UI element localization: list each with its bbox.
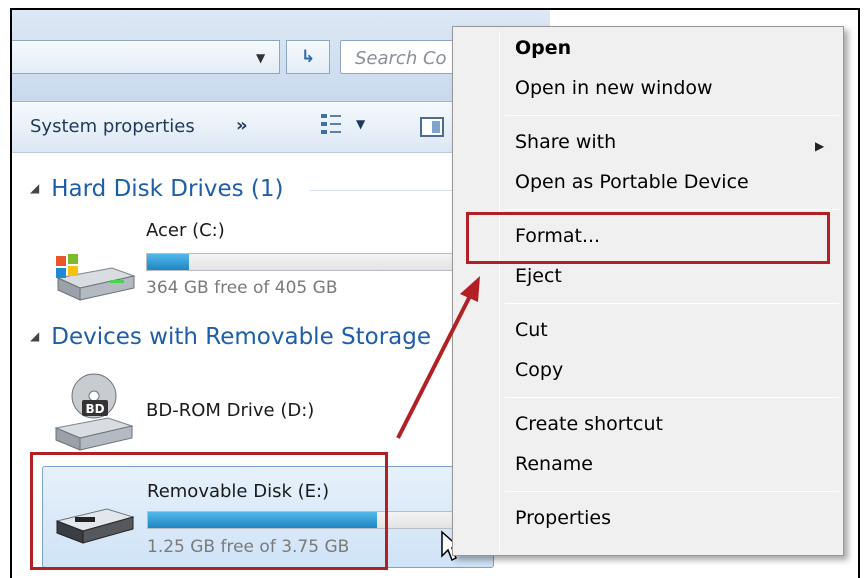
group-header-removable[interactable]: ◢ Devices with Removable Storage: [30, 324, 431, 350]
menu-item-create-shortcut[interactable]: Create shortcut: [515, 413, 663, 435]
menu-item-open-new-window[interactable]: Open in new window: [515, 77, 713, 99]
menu-separator: [505, 491, 839, 492]
view-dropdown-arrow-icon[interactable]: ▼: [356, 117, 365, 131]
view-options-icon[interactable]: [320, 112, 342, 136]
drive-d-name[interactable]: BD-ROM Drive (D:): [146, 400, 314, 421]
window-border: [858, 8, 860, 578]
screenshot-stage: ▼ ↳ Search Co System properties » ▼ ◢Ha: [0, 0, 865, 578]
menu-separator: [505, 209, 839, 210]
menu-separator: [505, 303, 839, 304]
bd-rom-drive-icon[interactable]: BD: [52, 372, 136, 456]
more-commands-button[interactable]: »: [236, 115, 248, 136]
removable-disk-highlight-box: [30, 452, 388, 570]
menu-item-open[interactable]: Open: [515, 37, 571, 59]
bd-label: BD: [85, 402, 104, 416]
windows-drive-icon[interactable]: [52, 244, 136, 306]
collapse-triangle-icon[interactable]: ◢: [30, 329, 39, 343]
submenu-arrow-icon: ▶: [815, 139, 825, 153]
address-bar[interactable]: ▼: [12, 40, 280, 74]
menu-separator: [505, 397, 839, 398]
group-header-label: Hard Disk Drives (1): [51, 176, 284, 202]
system-properties-button[interactable]: System properties: [30, 116, 195, 137]
menu-item-rename[interactable]: Rename: [515, 453, 593, 475]
group-header-hard-disk[interactable]: ◢ Hard Disk Drives (1): [30, 176, 284, 202]
format-highlight-box: [466, 212, 830, 264]
preview-pane-icon[interactable]: [420, 117, 444, 137]
menu-item-open-portable-device[interactable]: Open as Portable Device: [515, 171, 749, 193]
drive-c-usage-fill: [147, 254, 189, 270]
group-header-label: Devices with Removable Storage: [51, 324, 432, 350]
drive-c-name[interactable]: Acer (C:): [146, 220, 225, 241]
menu-item-copy[interactable]: Copy: [515, 359, 563, 381]
menu-separator: [505, 115, 839, 116]
menu-item-properties[interactable]: Properties: [515, 507, 611, 529]
window-border: [550, 8, 860, 10]
search-placeholder: Search Co: [355, 48, 447, 69]
drive-c-free-space: 364 GB free of 405 GB: [146, 278, 338, 298]
annotation-arrow-icon: [396, 276, 480, 439]
menu-item-cut[interactable]: Cut: [515, 319, 548, 341]
context-menu: Open Open in new window Share with ▶ Ope…: [452, 26, 844, 556]
collapse-triangle-icon[interactable]: ◢: [30, 181, 39, 195]
menu-item-share-with[interactable]: Share with: [515, 131, 616, 153]
menu-item-eject[interactable]: Eject: [515, 265, 562, 287]
menu-icon-gutter: [499, 31, 500, 551]
dropdown-arrow-icon[interactable]: ▼: [256, 51, 265, 65]
refresh-icon[interactable]: ↳: [286, 40, 330, 74]
